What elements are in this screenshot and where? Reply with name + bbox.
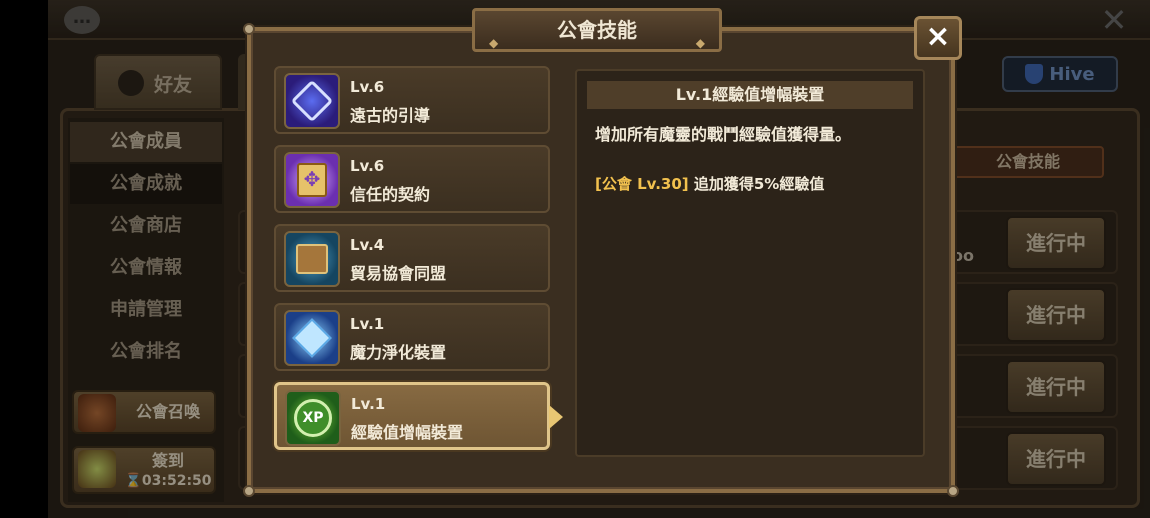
frame-corner — [243, 23, 255, 35]
skill-item-selected[interactable]: XP Lv.1 經驗值增幅裝置 — [274, 382, 563, 450]
title-diamond-icon: ◆ — [489, 36, 499, 50]
skill-level: Lv.1 — [350, 315, 385, 333]
xp-icon: XP — [285, 390, 341, 446]
xp-icon-text: XP — [294, 399, 332, 437]
frame-corner — [947, 485, 959, 497]
skill-list: Lv.6 遠古的引導 ✥ Lv.6 信任的契約 Lv.4 貿易協會同盟 Lv.1… — [274, 66, 563, 458]
skill-detail-bonus: [公會 Lv.30] 追加獲得5%經驗值 — [595, 173, 824, 194]
frame-corner — [243, 485, 255, 497]
skill-level: Lv.1 — [351, 395, 386, 413]
skill-item[interactable]: Lv.4 貿易協會同盟 — [274, 224, 550, 292]
title-diamond-icon: ◆ — [695, 36, 705, 50]
skill-level: Lv.4 — [350, 236, 385, 254]
skill-detail-panel: Lv.1經驗值增幅裝置 增加所有魔靈的戰鬥經驗值獲得量。 [公會 Lv.30] … — [575, 69, 925, 457]
skill-detail-description: 增加所有魔靈的戰鬥經驗值獲得量。 — [595, 125, 852, 144]
skill-level: Lv.6 — [350, 157, 385, 175]
contract-icon: ✥ — [284, 152, 340, 208]
bonus-requirement: [公會 Lv.30] — [595, 175, 689, 193]
dialog-close-button[interactable]: × — [914, 16, 962, 60]
skill-name: 經驗值增幅裝置 — [351, 423, 464, 442]
trade-chest-icon — [284, 231, 340, 287]
skill-item[interactable]: ✥ Lv.6 信任的契約 — [274, 145, 550, 213]
skill-name: 貿易協會同盟 — [350, 264, 447, 283]
rune-icon — [284, 73, 340, 129]
skill-detail-title: Lv.1經驗值增幅裝置 — [587, 81, 913, 109]
bonus-effect: 追加獲得5%經驗值 — [693, 175, 825, 193]
crystal-icon — [284, 310, 340, 366]
skill-level: Lv.6 — [350, 78, 385, 96]
skill-name: 信任的契約 — [350, 185, 431, 204]
dialog-title: ◆ 公會技能 ◆ — [472, 8, 722, 52]
game-screen: … ✕ 好友 Hive 公會成員 公會成就 公會商店 公會情報 申請管理 公會排… — [48, 0, 1150, 518]
skill-item[interactable]: Lv.1 魔力淨化裝置 — [274, 303, 550, 371]
skill-item[interactable]: Lv.6 遠古的引導 — [274, 66, 550, 134]
skill-name: 魔力淨化裝置 — [350, 343, 447, 362]
selection-arrow-icon — [549, 405, 563, 429]
skill-name: 遠古的引導 — [350, 106, 431, 125]
dialog-title-text: 公會技能 — [557, 18, 637, 42]
